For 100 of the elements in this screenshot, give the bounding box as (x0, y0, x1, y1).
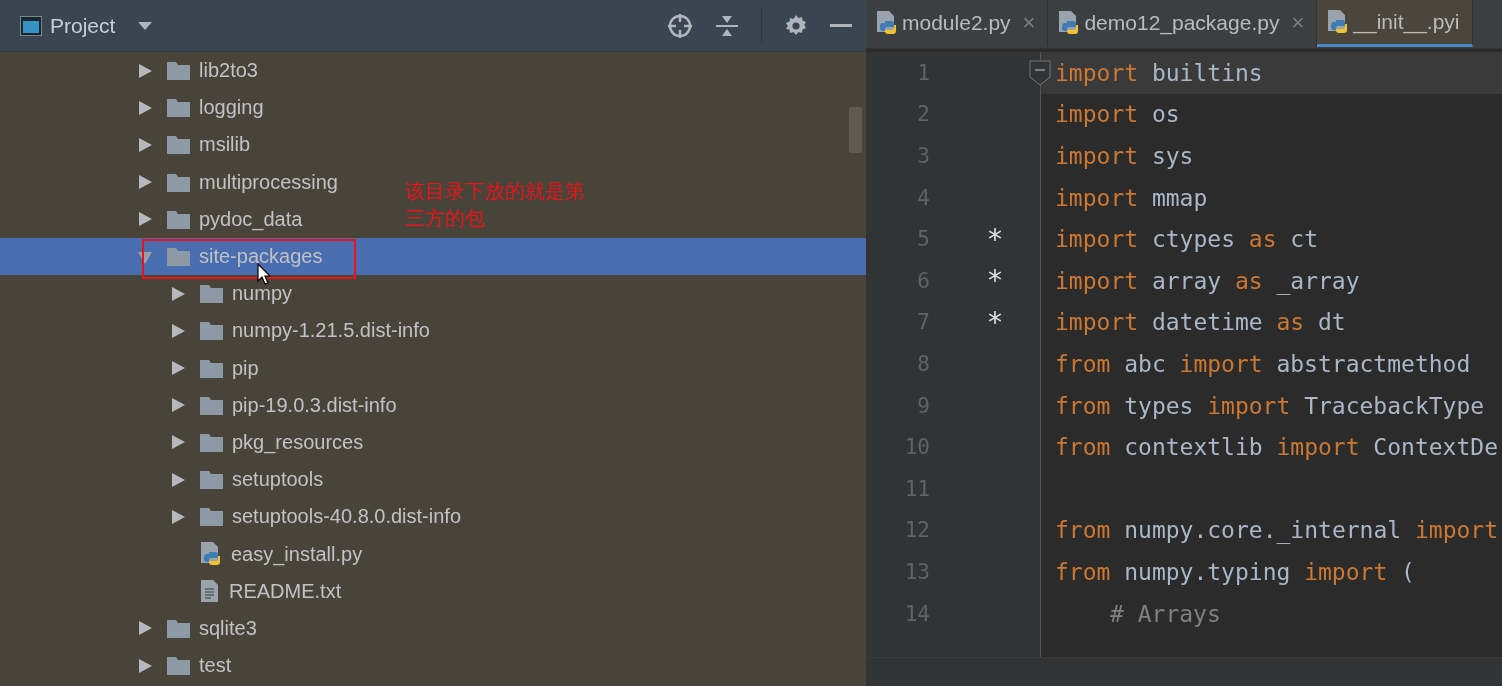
collapsed-arrow-icon[interactable] (170, 285, 186, 302)
collapsed-arrow-icon[interactable] (170, 322, 186, 339)
folder-icon (200, 507, 223, 527)
tree-item-label[interactable]: numpy (232, 282, 293, 306)
collapsed-arrow-icon[interactable] (137, 174, 153, 191)
fold-toggle-icon[interactable] (1029, 59, 1051, 86)
code-identifier: types (1124, 392, 1194, 419)
code-keyword: import (1276, 434, 1360, 461)
folder-icon (167, 656, 190, 676)
dropdown-caret-icon[interactable] (137, 20, 154, 31)
code-identifier: ( (1401, 558, 1415, 585)
code-keyword: as (1234, 267, 1263, 294)
collapsed-arrow-icon[interactable] (170, 508, 186, 525)
code-identifier: mmap (1151, 184, 1208, 211)
folder-icon (200, 395, 223, 415)
editor-tab[interactable]: __init__.pyi (1317, 0, 1473, 47)
locate-target-icon[interactable] (667, 12, 693, 39)
code-keyword: import (1055, 59, 1139, 86)
python-file-icon (1327, 9, 1350, 35)
collapsed-arrow-icon[interactable] (137, 657, 153, 674)
folder-icon (200, 432, 223, 452)
minimize-icon[interactable] (830, 23, 852, 28)
folder-icon (200, 284, 223, 304)
tree-item-label[interactable]: setuptools (232, 468, 324, 492)
tree-item-label[interactable]: setuptools-40.8.0.dist-info (232, 505, 462, 529)
collapsed-arrow-icon[interactable] (137, 136, 153, 153)
collapsed-arrow-icon[interactable] (170, 434, 186, 451)
code-identifier: abstractmethod (1276, 350, 1471, 377)
python-file-icon (1058, 10, 1081, 36)
change-marker: * (988, 305, 1002, 339)
code-identifier: datetime (1151, 309, 1263, 336)
tab-label: module2.py (902, 11, 1011, 35)
code-comment: # Arrays (1110, 600, 1221, 627)
code-keyword: import (1207, 392, 1291, 419)
code-keyword: from (1055, 392, 1111, 419)
tree-item-label[interactable]: easy_install.py (231, 542, 363, 566)
code-identifier: sys (1151, 143, 1194, 169)
code-keyword: from (1055, 517, 1111, 544)
code-keyword: import (1055, 226, 1139, 253)
code-keyword: from (1055, 558, 1111, 585)
folder-icon (167, 247, 190, 267)
folder-icon (200, 470, 223, 490)
folder-icon (167, 618, 190, 638)
collapsed-arrow-icon[interactable] (170, 360, 186, 377)
code-keyword: import (1055, 101, 1139, 128)
code-identifier: ctypes (1151, 226, 1235, 253)
project-window-icon (20, 15, 42, 36)
folder-icon (167, 172, 190, 192)
code-keyword: import (1055, 309, 1139, 336)
tree-item-label[interactable]: pip-19.0.3.dist-info (232, 393, 397, 417)
collapsed-arrow-icon[interactable] (137, 99, 153, 116)
code-keyword: import (1179, 350, 1263, 377)
code-keyword: as (1276, 309, 1305, 336)
code-identifier: numpy.core._internal (1124, 517, 1402, 544)
selected-tree-row[interactable]: site-packages (0, 237, 866, 276)
python-file-icon (200, 541, 222, 568)
panel-title[interactable]: Project (50, 13, 116, 38)
editor-tab[interactable]: demo12_package.py × (1048, 0, 1318, 46)
code-identifier: builtins (1151, 59, 1263, 86)
code-identifier: contextlib (1124, 434, 1263, 461)
tree-item-label[interactable]: msilib (199, 133, 251, 157)
tree-item-label[interactable]: numpy-1.21.5.dist-info (232, 319, 430, 343)
code-keyword: import (1304, 558, 1388, 585)
code-identifier: _array (1276, 267, 1360, 294)
collapse-all-icon[interactable] (715, 13, 739, 38)
tree-item-label[interactable]: test (199, 654, 232, 678)
text-file-icon (200, 579, 220, 604)
code-keyword: from (1055, 350, 1111, 377)
collapsed-arrow-icon[interactable] (170, 397, 186, 414)
scrollbar-thumb[interactable] (849, 107, 862, 153)
collapsed-arrow-icon[interactable] (170, 471, 186, 488)
editor-tab[interactable]: module2.py × (866, 0, 1049, 46)
code-identifier: TracebackType (1304, 392, 1485, 419)
collapsed-arrow-icon[interactable] (137, 211, 153, 228)
tree-item-label[interactable]: pydoc_data (199, 207, 303, 231)
python-file-icon (876, 10, 898, 36)
tree-item-label[interactable]: logging (199, 96, 264, 120)
code-keyword: from (1055, 434, 1111, 461)
code-keyword: import (1055, 267, 1139, 294)
change-marker: * (988, 264, 1002, 298)
code-identifier: dt (1317, 309, 1346, 336)
change-marker: * (988, 222, 1002, 256)
collapsed-arrow-icon[interactable] (137, 62, 153, 79)
folder-icon (167, 135, 190, 155)
tree-item-label[interactable]: sqlite3 (199, 616, 257, 640)
tree-item-label[interactable]: lib2to3 (199, 59, 258, 83)
code-identifier: os (1151, 101, 1180, 128)
tree-item-label[interactable]: README.txt (229, 579, 342, 603)
collapsed-arrow-icon[interactable] (137, 620, 153, 637)
tree-item-label[interactable]: pip (232, 356, 259, 380)
annotation-text: 该目录下放的就是第三方的包 (405, 180, 586, 231)
code-keyword: as (1248, 226, 1277, 253)
code-keyword: import (1055, 184, 1139, 211)
tab-label: __init__.pyi (1353, 10, 1460, 34)
tree-item-label[interactable]: multiprocessing (199, 170, 338, 194)
tree-item-label[interactable]: pkg_resources (232, 430, 364, 454)
code-keyword: import (1414, 517, 1499, 544)
folder-icon (200, 358, 223, 378)
tree-item-label: site-packages (199, 245, 323, 269)
code-keyword: import (1055, 143, 1139, 169)
